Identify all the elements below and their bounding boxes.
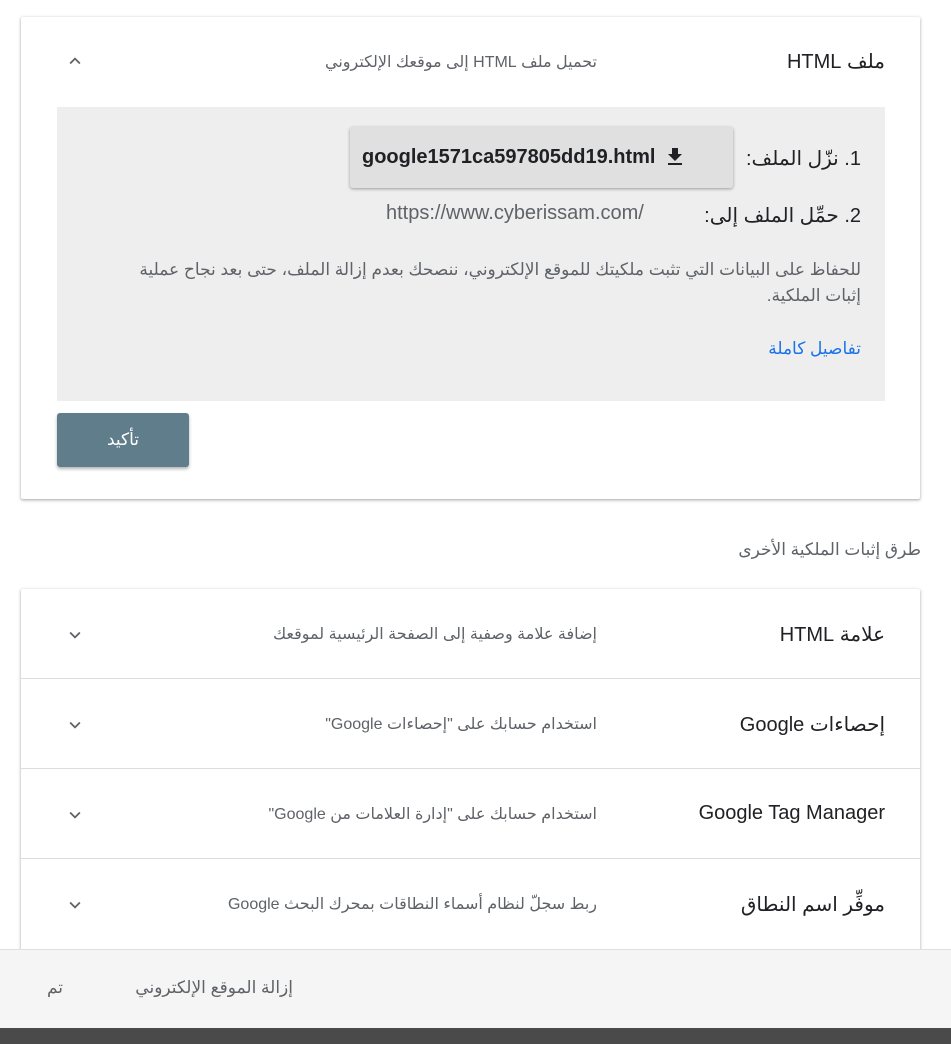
method-description: استخدام حسابك على "إدارة العلامات من Goo… xyxy=(268,806,597,823)
dialog-footer: إزالة الموقع الإلكتروني تم xyxy=(0,949,951,1028)
step1-label: 1. نزّل الملف: xyxy=(745,148,861,170)
method-domain-provider[interactable]: موفِّر اسم النطاق ربط سجلّ لنظام أسماء ا… xyxy=(21,859,920,949)
site-url: https://www.cyberissam.com/ xyxy=(386,202,644,224)
bottom-bar xyxy=(0,1028,951,1044)
done-button[interactable]: تم xyxy=(47,978,63,998)
chevron-down-icon[interactable] xyxy=(64,624,86,646)
method-title: إحصاءات Google xyxy=(739,714,885,736)
chevron-up-icon[interactable] xyxy=(64,50,86,72)
remove-site-button[interactable]: إزالة الموقع الإلكتروني xyxy=(135,978,293,998)
method-description: ربط سجلّ لنظام أسماء النطاقات بمحرك البح… xyxy=(227,896,597,913)
full-details-link[interactable]: تفاصيل كاملة xyxy=(768,339,861,359)
method-description: إضافة علامة وصفية إلى الصفحة الرئيسية لم… xyxy=(272,626,597,643)
instructions-panel: 1. نزّل الملف: google1571ca597805dd19.ht… xyxy=(57,107,885,401)
method-title: موفِّر اسم النطاق xyxy=(740,894,885,916)
chevron-down-icon[interactable] xyxy=(64,714,86,736)
html-file-description: تحميل ملف HTML إلى موقعك الإلكتروني xyxy=(325,54,597,71)
method-html-tag[interactable]: علامة HTML إضافة علامة وصفية إلى الصفحة … xyxy=(21,589,920,679)
chevron-down-icon[interactable] xyxy=(64,804,86,826)
other-methods-list: علامة HTML إضافة علامة وصفية إلى الصفحة … xyxy=(21,589,920,959)
download-filename: google1571ca597805dd19.html xyxy=(362,146,656,168)
confirm-button[interactable]: تأكيد xyxy=(57,413,189,467)
method-google-analytics[interactable]: إحصاءات Google استخدام حسابك على "إحصاءا… xyxy=(21,679,920,769)
method-google-tag-manager[interactable]: Google Tag Manager استخدام حسابك على "إد… xyxy=(21,769,920,859)
step2-label: 2. حمِّل الملف إلى: xyxy=(704,205,861,227)
html-file-header[interactable]: ملف HTML تحميل ملف HTML إلى موقعك الإلكت… xyxy=(21,17,920,105)
html-file-method-card: ملف HTML تحميل ملف HTML إلى موقعك الإلكت… xyxy=(21,17,920,499)
download-file-button[interactable]: google1571ca597805dd19.html xyxy=(350,127,733,188)
method-title: علامة HTML xyxy=(779,624,885,646)
download-icon xyxy=(668,147,683,165)
other-methods-heading: طرق إثبات الملكية الأخرى xyxy=(738,540,921,559)
chevron-down-icon[interactable] xyxy=(64,894,86,916)
method-description: استخدام حسابك على "إحصاءات Google" xyxy=(325,716,597,733)
keep-file-note: للحفاظ على البيانات التي تثبت ملكيتك للم… xyxy=(139,260,861,305)
method-title: Google Tag Manager xyxy=(698,802,885,824)
html-file-title: ملف HTML xyxy=(786,51,885,73)
